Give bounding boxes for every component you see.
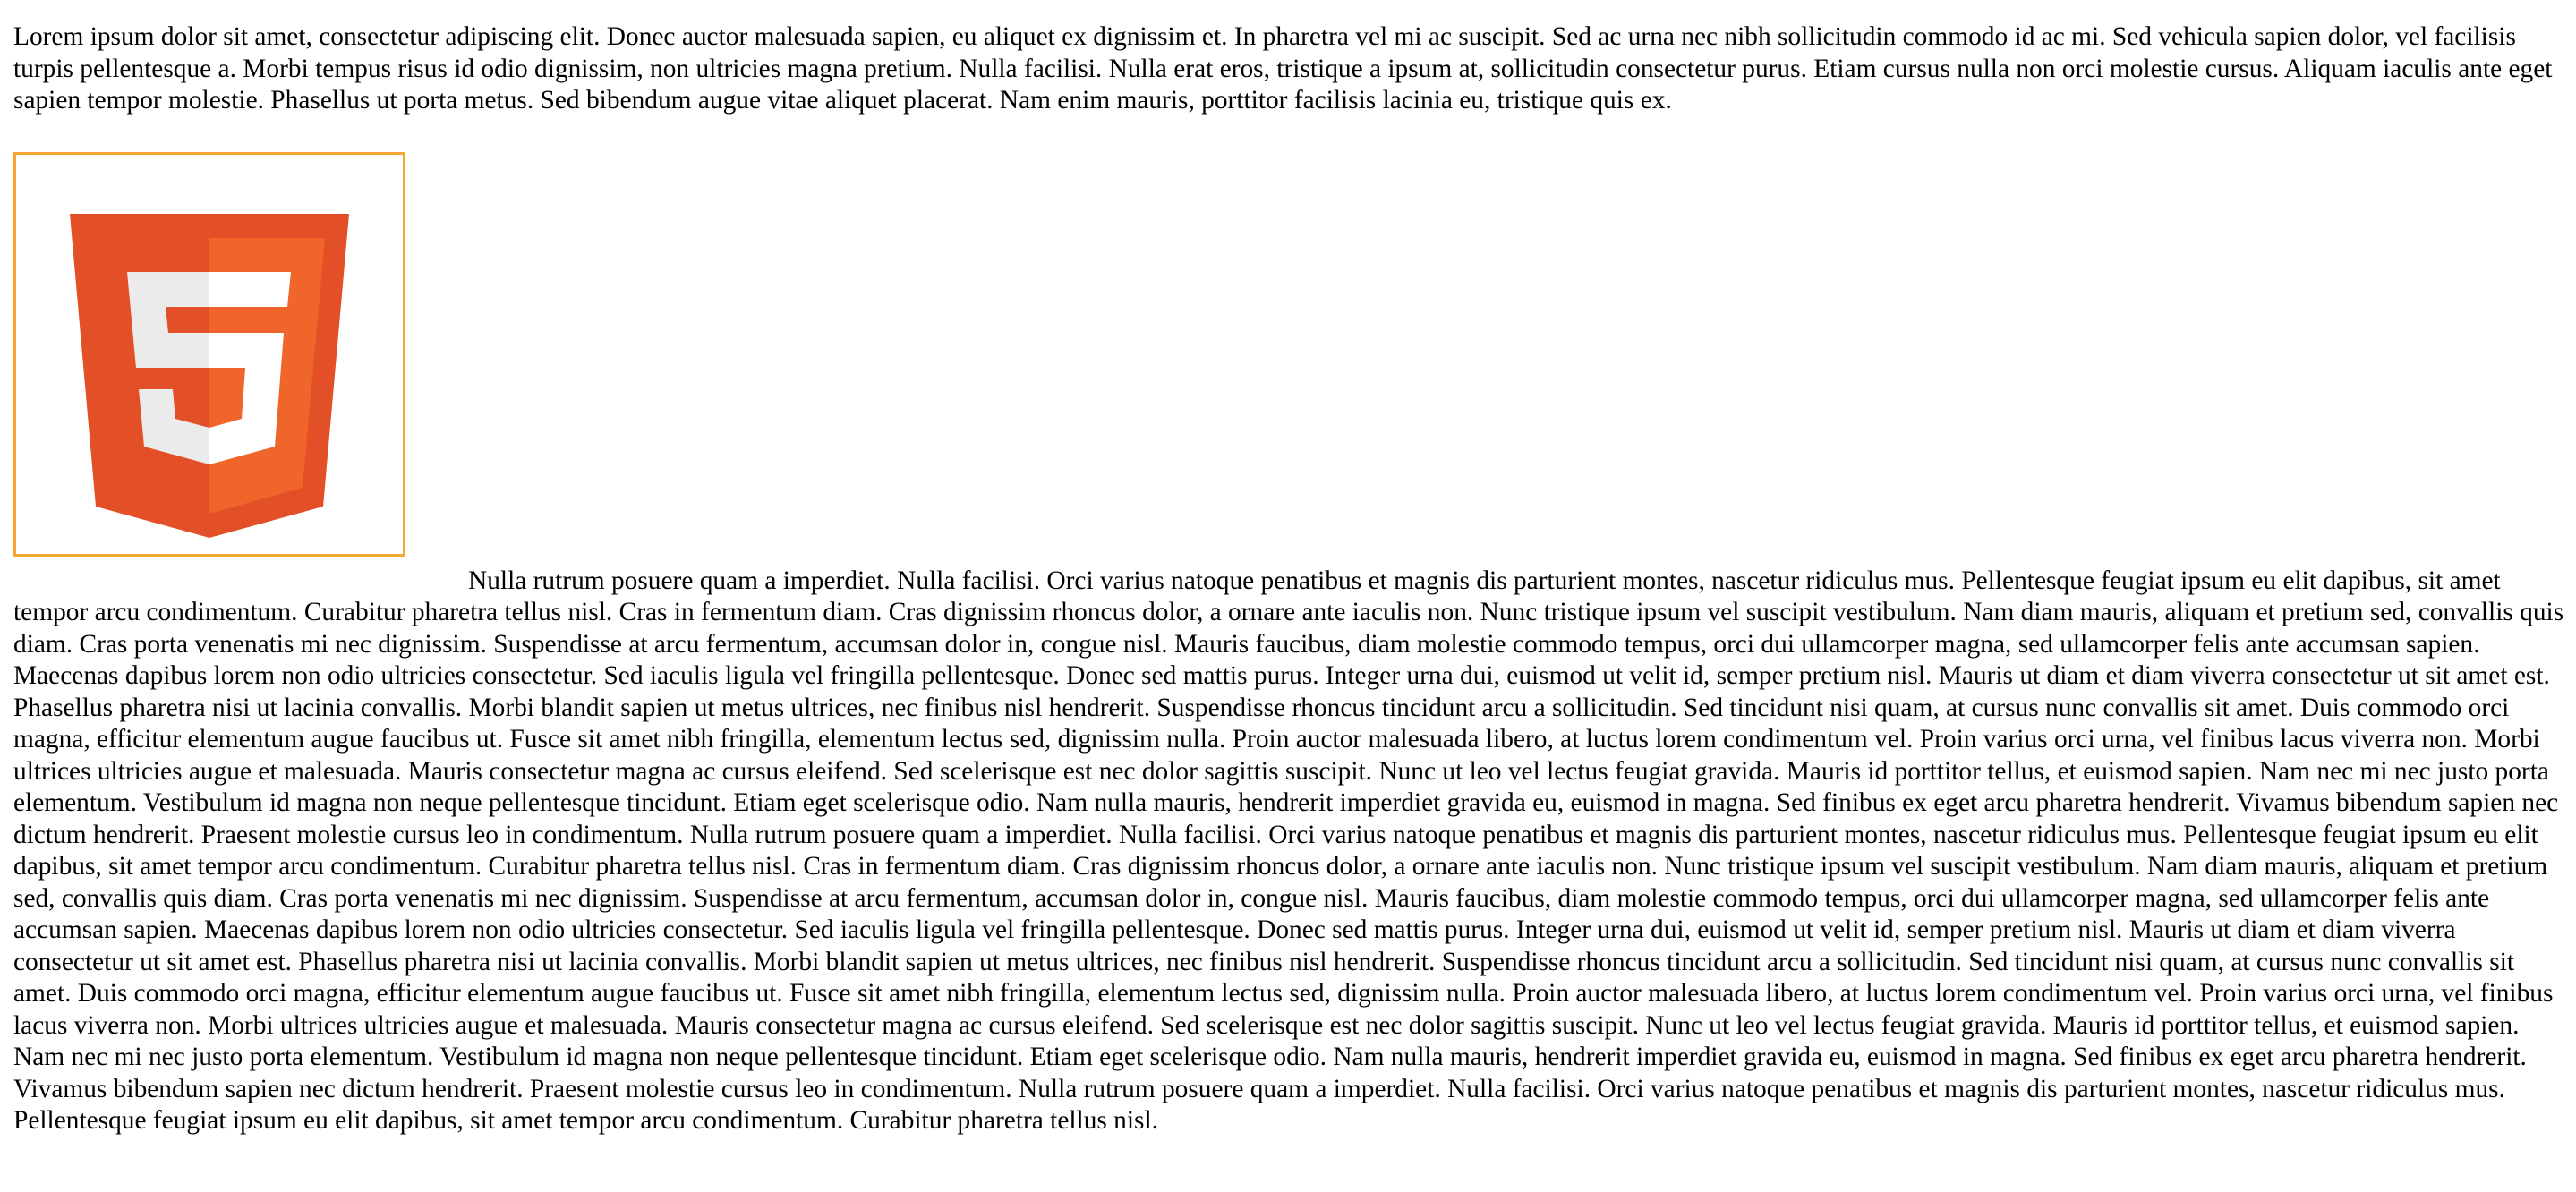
intro-paragraph: Lorem ipsum dolor sit amet, consectetur … [13, 22, 2553, 115]
five-glyph-right [209, 271, 291, 307]
html5-logo-image [13, 151, 405, 557]
html5-logo-icon [70, 213, 349, 538]
body-paragraph: Nulla rutrum posuere quam a imperdiet. N… [13, 566, 2564, 1136]
document-page: Lorem ipsum dolor sit amet, consectetur … [13, 0, 2566, 1137]
